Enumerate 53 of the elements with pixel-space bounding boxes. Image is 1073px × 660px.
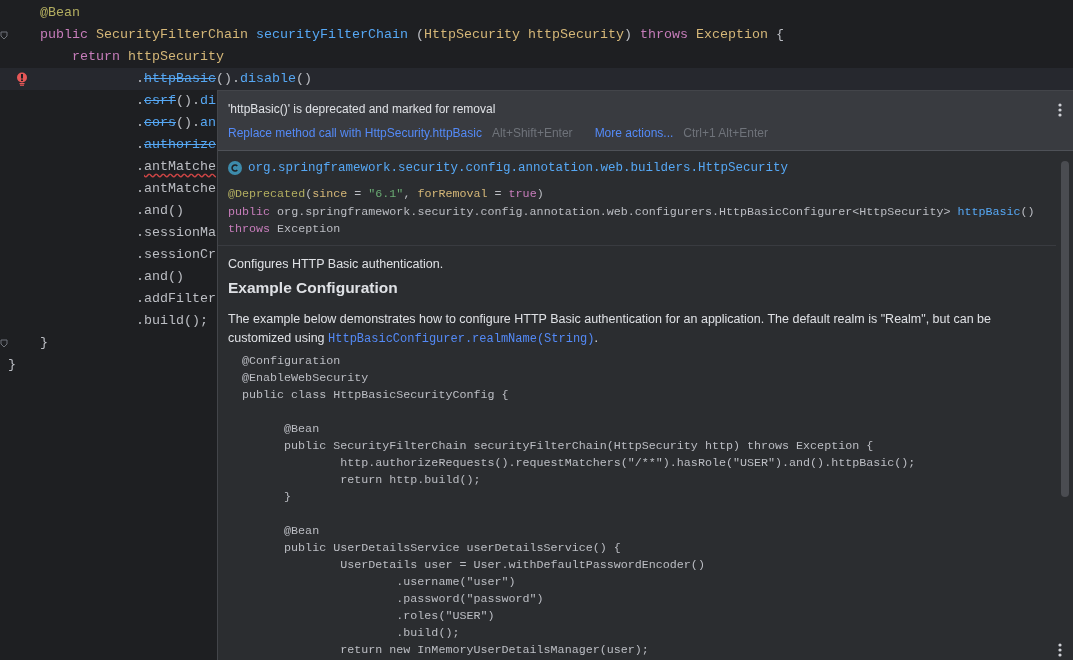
- code-line: return httpSecurity: [72, 48, 224, 66]
- action-link[interactable]: More actions...: [594, 125, 674, 141]
- section-heading: Example Configuration: [228, 277, 399, 298]
- code-line: return http.build();: [339, 471, 481, 489]
- class-icon: [228, 161, 242, 175]
- summary-text: Configures HTTP Basic authentication.: [228, 255, 445, 272]
- action-link[interactable]: Replace method call with HttpSecurity.httpBasic: [228, 125, 482, 141]
- code-line: return new InMemoryUserDetailsManager(user);: [339, 641, 649, 659]
- scrollbar-thumb[interactable]: [1061, 161, 1069, 497]
- signature-line: @Deprecated(since = "6.1", forRemoval = true): [228, 186, 544, 203]
- code-line: public class HttpBasicSecurityConfig {: [242, 386, 509, 404]
- code-line: .httpBasic().disable(): [136, 70, 312, 88]
- code-line: .sessionMa: [136, 224, 216, 242]
- code-line: }: [40, 334, 48, 352]
- code-line: @Bean: [283, 522, 320, 540]
- doc-link[interactable]: HttpBasicConfigurer.realmName(String): [328, 331, 595, 346]
- code-line: .username("user"): [395, 573, 516, 591]
- code-line: .build();: [395, 624, 460, 642]
- code-line: .addFilter: [136, 290, 216, 308]
- shortcut-text: Alt+Shift+Enter: [491, 125, 573, 141]
- code-line: .antMatche: [136, 180, 216, 198]
- code-line: .antMatche: [136, 158, 216, 176]
- code-line: http.authorizeRequests().requestMatchers("/**").hasRole("USER").and().httpBasic();: [339, 454, 916, 472]
- code-line: @Bean: [40, 4, 80, 22]
- description-paragraph: The example below demonstrates how to configure HTTP Basic authentication for an application. The default realm is "Realm", but can be customized using HttpBasicConfigurer.realmName(String).: [228, 310, 992, 348]
- class-name: org.springframework.security.config.annotation.web.builders.HttpSecurity: [248, 161, 789, 175]
- signature-line: throws Exception: [228, 221, 341, 238]
- fold-icon[interactable]: [0, 339, 8, 347]
- code-line: @Bean: [283, 420, 320, 438]
- signature-line: public org.springframework.security.config.annotation.web.configurers.HttpBasicConfigurer<HttpSecurity> httpBasic(): [228, 203, 1035, 221]
- code-line: }: [8, 356, 16, 374]
- shortcut-text: Ctrl+1 Alt+Enter: [683, 125, 769, 141]
- fold-icon[interactable]: [0, 31, 8, 39]
- code-line: .cors().an: [136, 114, 216, 132]
- more-icon[interactable]: [1058, 643, 1062, 657]
- code-line: .csrf().di: [136, 92, 216, 110]
- code-line: .authorize: [136, 136, 216, 154]
- more-icon[interactable]: [1058, 103, 1062, 117]
- code-line: .build();: [136, 312, 208, 330]
- code-line: .and(): [136, 202, 184, 220]
- code-line: .password("password"): [395, 590, 544, 608]
- code-line: .roles("USER"): [395, 607, 495, 625]
- code-line: public UserDetailsService userDetailsService() {: [283, 539, 621, 557]
- code-line: @Configuration: [242, 352, 341, 370]
- code-line: .sessionCr: [136, 246, 216, 264]
- code-line: .and(): [136, 268, 184, 286]
- code-line: public SecurityFilterChain securityFilterChain(HttpSecurity http) throws Exception {: [283, 437, 874, 455]
- error-icon[interactable]: [16, 72, 28, 86]
- code-line: @EnableWebSecurity: [242, 369, 369, 387]
- code-line: public SecurityFilterChain securityFilterChain (HttpSecurity httpSecurity) throws Exception {: [40, 26, 784, 44]
- code-line: UserDetails user = User.withDefaultPasswordEncoder(): [339, 556, 705, 574]
- problem-message: 'httpBasic()' is deprecated and marked for removal: [228, 101, 496, 117]
- code-line: }: [283, 488, 292, 506]
